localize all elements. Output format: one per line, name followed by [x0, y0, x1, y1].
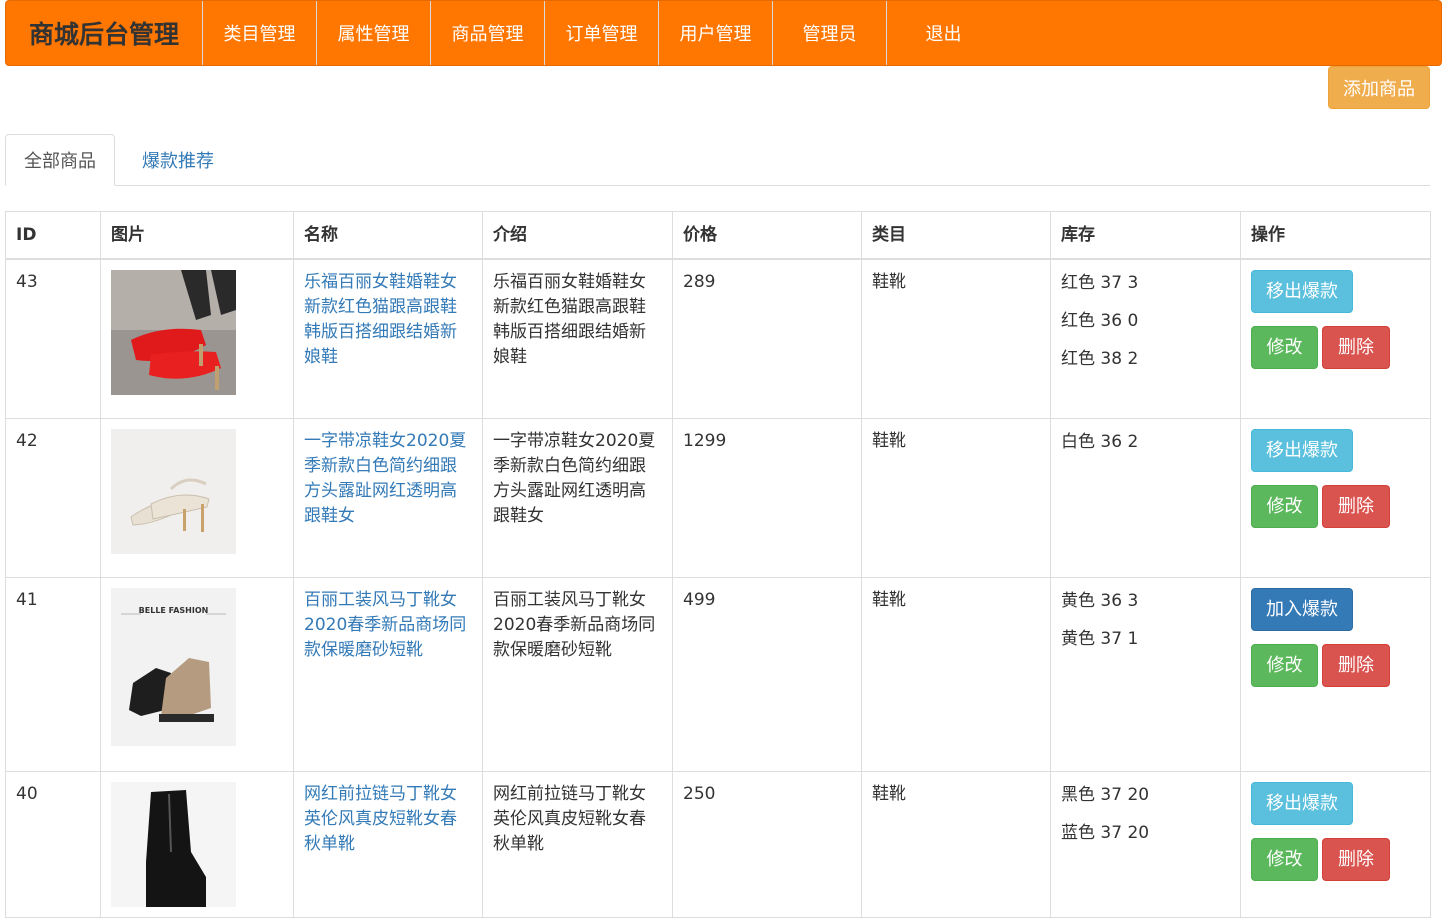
stock-entry: 白色 36 2	[1061, 431, 1139, 452]
cell-price: 1299	[672, 417, 862, 578]
nav-user[interactable]: 用户管理	[659, 1, 773, 65]
cell-category: 鞋靴	[861, 258, 1051, 419]
cell-actions: 移出爆款 修改 删除	[1240, 258, 1431, 419]
delete-button[interactable]: 删除	[1322, 643, 1390, 687]
cell-actions: 移出爆款 修改 删除	[1240, 770, 1431, 918]
product-table: ID 图片 名称 介绍 价格 类目 库存 操作 43 乐福百丽女鞋婚鞋女新款红色…	[5, 211, 1431, 918]
header-id: ID	[5, 211, 101, 260]
cell-name: 乐福百丽女鞋婚鞋女新款红色猫跟高跟鞋韩版百搭细跟结婚新娘鞋	[293, 258, 483, 419]
nav-category[interactable]: 类目管理	[203, 1, 317, 65]
nav-order[interactable]: 订单管理	[545, 1, 659, 65]
cell-actions: 加入爆款 修改 删除	[1240, 576, 1431, 772]
martin-boots-image: BELLE FASHION	[111, 587, 236, 746]
cell-stock: 黄色 36 3 黄色 37 1	[1050, 576, 1241, 772]
nav-logout[interactable]: 退出	[887, 1, 1000, 65]
header-stock: 库存	[1050, 211, 1241, 260]
stock-entry: 黄色 36 3	[1061, 590, 1139, 611]
stock-entry: 蓝色 37 20	[1061, 822, 1150, 843]
brand-logo-text: BELLE FASHION	[138, 605, 209, 615]
tab-all-products[interactable]: 全部商品	[5, 134, 115, 186]
tab-hot-recommend[interactable]: 爆款推荐	[119, 134, 237, 186]
cell-price: 499	[672, 576, 862, 772]
white-sandals-image	[111, 428, 236, 554]
black-boots-image	[111, 781, 236, 907]
cell-category: 鞋靴	[861, 770, 1051, 918]
header-category: 类目	[861, 211, 1051, 260]
header-image: 图片	[100, 211, 294, 260]
cell-image	[100, 417, 294, 578]
product-name-link[interactable]: 网红前拉链马丁靴女英伦风真皮短靴女春秋单靴	[304, 784, 457, 854]
table-row: 43 乐福百丽女鞋婚鞋女新款红色猫跟高跟鞋韩版百搭细跟结婚新娘鞋 乐福百丽女鞋婚…	[5, 258, 1431, 419]
cell-category: 鞋靴	[861, 417, 1051, 578]
cell-id: 42	[5, 417, 101, 578]
delete-button[interactable]: 删除	[1322, 484, 1390, 528]
stock-entry: 红色 36 0	[1061, 311, 1139, 331]
cell-price: 289	[672, 258, 862, 419]
stock-entry: 红色 38 2	[1061, 349, 1139, 369]
cell-name: 一字带凉鞋女2020夏季新款白色简约细跟方头露趾网红透明高跟鞋女	[293, 417, 483, 578]
red-heels-image	[111, 270, 236, 395]
cell-name: 网红前拉链马丁靴女英伦风真皮短靴女春秋单靴	[293, 770, 483, 918]
stock-entry: 黄色 37 1	[1061, 628, 1139, 649]
product-name-link[interactable]: 百丽工装风马丁靴女2020春季新品商场同款保暖磨砂短靴	[304, 590, 466, 660]
cell-actions: 移出爆款 修改 删除	[1240, 417, 1431, 578]
cell-stock: 红色 37 3 红色 36 0 红色 38 2	[1050, 258, 1241, 419]
cell-intro: 乐福百丽女鞋婚鞋女新款红色猫跟高跟鞋韩版百搭细跟结婚新娘鞋	[482, 258, 673, 419]
cell-stock: 白色 36 2	[1050, 417, 1241, 578]
header-intro: 介绍	[482, 211, 673, 260]
brand-title: 商城后台管理	[6, 1, 203, 65]
cell-price: 250	[672, 770, 862, 918]
remove-hot-button[interactable]: 移出爆款	[1251, 270, 1353, 313]
top-navbar: 商城后台管理 类目管理 属性管理 商品管理 订单管理 用户管理 管理员 退出	[5, 0, 1442, 66]
cell-id: 41	[5, 576, 101, 772]
stock-entry: 红色 37 3	[1061, 273, 1139, 293]
cell-name: 百丽工装风马丁靴女2020春季新品商场同款保暖磨砂短靴	[293, 576, 483, 772]
add-hot-button[interactable]: 加入爆款	[1251, 587, 1353, 631]
nav-product[interactable]: 商品管理	[431, 1, 545, 65]
table-row: 40 网红前拉链马丁靴女英伦风真皮短靴女春秋单靴 网红前拉链马丁靴女英伦风真皮短…	[5, 770, 1431, 918]
nav-attribute[interactable]: 属性管理	[317, 1, 431, 65]
cell-intro: 百丽工装风马丁靴女2020春季新品商场同款保暖磨砂短靴	[482, 576, 673, 772]
cell-image: BELLE FASHION	[100, 576, 294, 772]
cell-id: 43	[5, 258, 101, 419]
cell-intro: 一字带凉鞋女2020夏季新款白色简约细跟方头露趾网红透明高跟鞋女	[482, 417, 673, 578]
add-product-button[interactable]: 添加商品	[1328, 66, 1430, 109]
cell-stock: 黑色 37 20 蓝色 37 20	[1050, 770, 1241, 918]
edit-button[interactable]: 修改	[1251, 643, 1318, 687]
header-price: 价格	[672, 211, 862, 260]
product-tabs: 全部商品 爆款推荐	[5, 134, 1430, 186]
edit-button[interactable]: 修改	[1251, 837, 1318, 881]
remove-hot-button[interactable]: 移出爆款	[1251, 428, 1353, 472]
table-row: 42 一字带凉鞋女2020夏季新款白色简约细跟方头露趾网红透明高跟鞋女 一字带凉…	[5, 417, 1431, 578]
cell-intro: 网红前拉链马丁靴女英伦风真皮短靴女春秋单靴	[482, 770, 673, 918]
edit-button[interactable]: 修改	[1251, 326, 1318, 369]
nav-admin[interactable]: 管理员	[773, 1, 887, 65]
delete-button[interactable]: 删除	[1322, 326, 1390, 369]
table-header-row: ID 图片 名称 介绍 价格 类目 库存 操作	[5, 211, 1431, 260]
cell-image	[100, 258, 294, 419]
header-actions: 操作	[1240, 211, 1431, 260]
remove-hot-button[interactable]: 移出爆款	[1251, 781, 1353, 825]
cell-category: 鞋靴	[861, 576, 1051, 772]
header-name: 名称	[293, 211, 483, 260]
table-row: 41 BELLE FASHION 百丽工装风马丁靴女2020春季新品商场同款保暖…	[5, 576, 1431, 772]
delete-button[interactable]: 删除	[1322, 837, 1390, 881]
product-name-link[interactable]: 一字带凉鞋女2020夏季新款白色简约细跟方头露趾网红透明高跟鞋女	[304, 431, 466, 526]
product-name-link[interactable]: 乐福百丽女鞋婚鞋女新款红色猫跟高跟鞋韩版百搭细跟结婚新娘鞋	[304, 272, 457, 367]
stock-entry: 黑色 37 20	[1061, 784, 1150, 805]
cell-id: 40	[5, 770, 101, 918]
edit-button[interactable]: 修改	[1251, 484, 1318, 528]
cell-image	[100, 770, 294, 918]
